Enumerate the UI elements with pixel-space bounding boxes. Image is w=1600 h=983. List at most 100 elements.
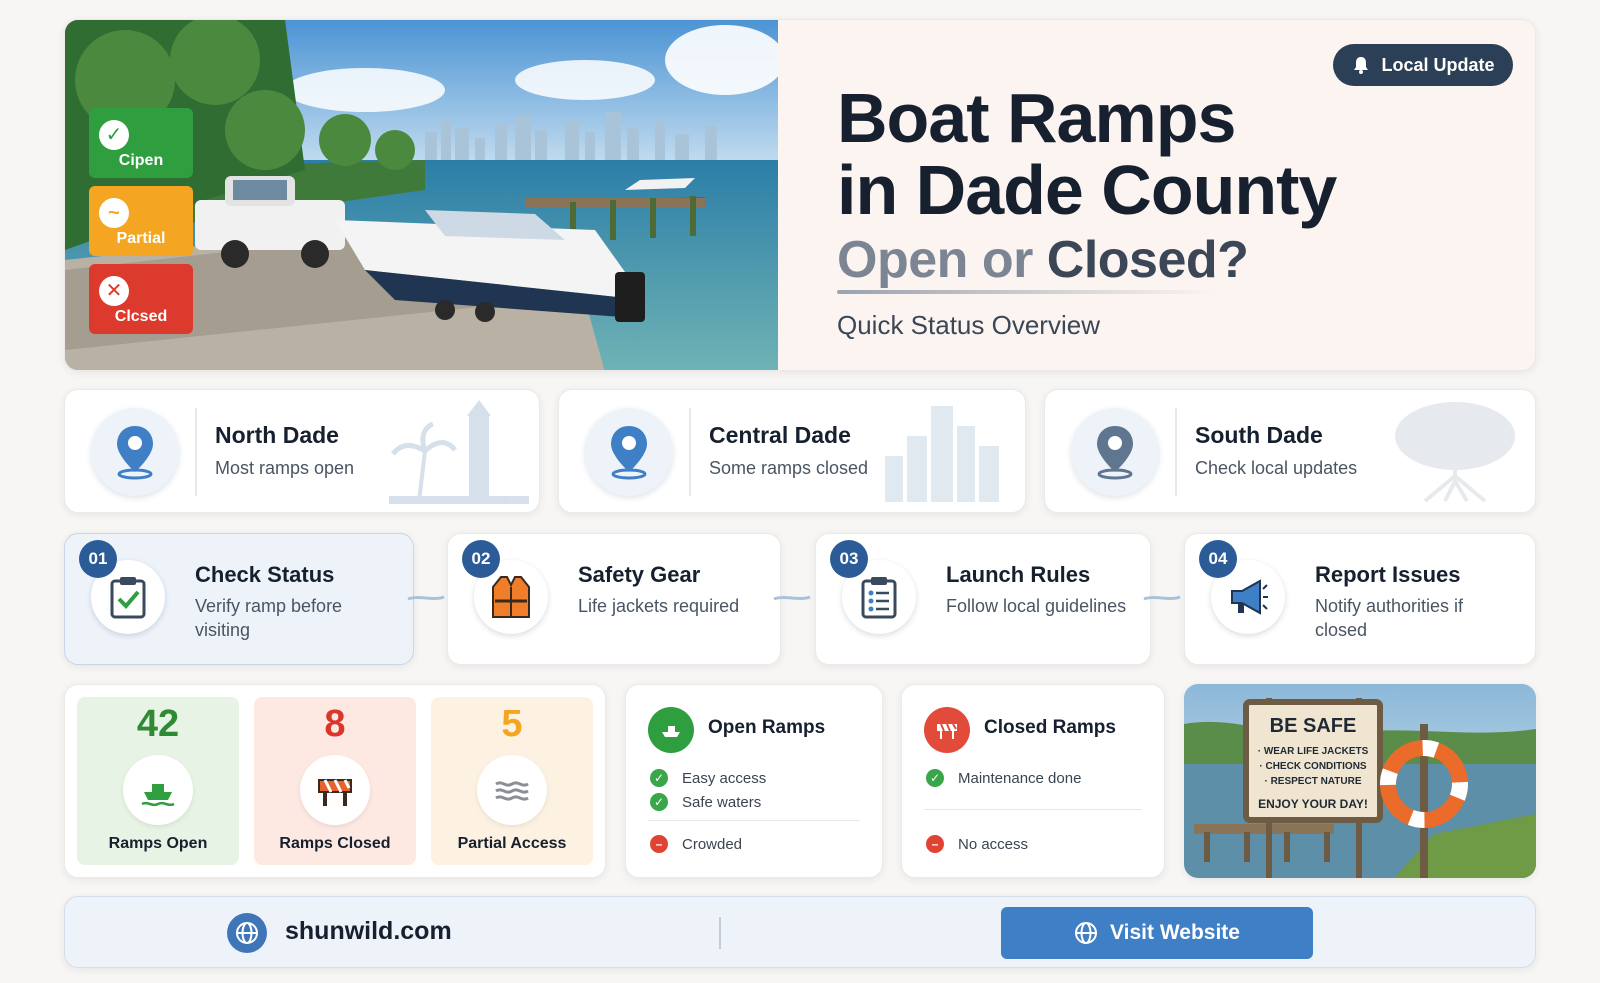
step-desc: Notify authorities if closed — [1315, 596, 1464, 640]
waves-icon — [477, 755, 547, 825]
closed-ramps-title: Closed Ramps — [984, 717, 1116, 738]
list-item: ✓ Maintenance done — [926, 769, 1081, 787]
check-icon: ✓ — [650, 793, 668, 811]
check-icon: ✓ — [650, 769, 668, 787]
page-title: Boat Ramps in Dade County — [837, 82, 1497, 226]
globe-icon — [1075, 922, 1098, 944]
x-icon: ✕ — [99, 276, 129, 306]
bell-icon — [1354, 57, 1369, 74]
sign-heading: BE SAFE — [1270, 715, 1357, 737]
title-line-1: Boat Ramps — [837, 79, 1236, 157]
barrier-icon — [924, 707, 970, 753]
boat-icon — [123, 755, 193, 825]
subtitle-part-1: Open or — [837, 231, 1047, 289]
stat-value: 42 — [136, 703, 180, 745]
subtitle-part-2: Closed? — [1046, 231, 1249, 289]
footer-divider — [719, 917, 721, 949]
footer-bar: shunwild.com Visit Website — [64, 896, 1536, 968]
globe-icon — [227, 913, 267, 953]
check-icon: ✓ — [926, 769, 944, 787]
stat-label: Ramps Closed — [279, 835, 391, 852]
step-card-launch-rules[interactable]: 03 Launch Rules Follow local guidelines — [815, 533, 1151, 665]
boat-icon — [648, 707, 694, 753]
step-card-safety-gear[interactable]: 02 Safety Gear Life jackets required — [447, 533, 781, 665]
region-divider — [689, 408, 691, 496]
step-connector — [407, 595, 445, 601]
region-divider — [195, 408, 197, 496]
minus-icon: – — [650, 835, 668, 853]
title-line-2: in Dade County — [837, 151, 1337, 229]
stat-ramps-closed: 8 Ramps Closed — [254, 697, 416, 865]
region-card-north[interactable]: North Dade Most ramps open — [64, 389, 540, 513]
step-card-check-status[interactable]: 01 Check Status Verify ramp before visit… — [64, 533, 414, 665]
sign-line: · WEAR LIFE JACKETS — [1258, 746, 1369, 757]
partial-status-chip: ~ Partial — [89, 186, 193, 256]
stat-label: Partial Access — [457, 835, 567, 852]
closed-chip-label: Clcsed — [114, 308, 168, 325]
step-desc: Verify ramp before visiting — [195, 596, 343, 640]
lighthouse-palm-illustration — [389, 400, 529, 504]
step-number-badge: 04 — [1199, 540, 1237, 578]
closed-status-chip: ✕ Clcsed — [89, 264, 193, 334]
list-item-text: Safe waters — [682, 793, 762, 811]
step-desc: Life jackets required — [578, 596, 740, 616]
stat-ramps-open: 42 Ramps Open — [77, 697, 239, 865]
map-pin-icon — [585, 408, 673, 496]
step-title: Launch Rules — [946, 562, 1091, 587]
local-update-label: Local Update — [1381, 54, 1495, 75]
ramp-stats-panel: 42 Ramps Open 8 Ramps Closed 5 Partial A… — [64, 684, 606, 878]
step-title: Safety Gear — [578, 562, 701, 587]
visit-website-button[interactable]: Visit Website — [1001, 907, 1313, 959]
stat-partial-access: 5 Partial Access — [431, 697, 593, 865]
region-desc: Check local updates — [1195, 458, 1358, 478]
open-ramps-title: Open Ramps — [708, 717, 826, 738]
sign-line: · RESPECT NATURE — [1264, 776, 1361, 787]
region-card-south[interactable]: South Dade Check local updates — [1044, 389, 1536, 513]
step-connector — [1143, 595, 1181, 601]
subtitle-underline — [837, 290, 1217, 294]
step-title: Report Issues — [1315, 562, 1461, 587]
list-item-text: Crowded — [682, 835, 743, 853]
step-desc: Follow local guidelines — [946, 596, 1127, 616]
step-connector — [773, 595, 811, 601]
step-number-badge: 01 — [79, 540, 117, 578]
sign-line: · CHECK CONDITIONS — [1259, 761, 1367, 772]
open-ramps-card: Open Ramps ✓ Easy access ✓ Safe waters – Cr… — [625, 684, 883, 878]
list-item-text: Easy access — [682, 769, 767, 787]
step-title: Check Status — [195, 562, 335, 587]
be-safe-sign-image: BE SAFE · WEAR LIFE JACKETS · CHECK COND… — [1184, 684, 1536, 878]
step-card-report-issues[interactable]: 04 Report Issues Notify authorities if c… — [1184, 533, 1536, 665]
region-card-central[interactable]: Central Dade Some ramps closed — [558, 389, 1026, 513]
site-name[interactable]: shunwild.com — [285, 917, 452, 946]
region-name: Central Dade — [709, 422, 851, 448]
list-item: ✓ Safe waters — [650, 793, 761, 811]
list-item-text: Maintenance done — [958, 769, 1082, 787]
closed-ramps-card: Closed Ramps ✓ Maintenance done – No acces… — [901, 684, 1165, 878]
list-item: – No access — [926, 835, 1028, 853]
map-pin-icon — [1071, 408, 1159, 496]
open-chip-label: Cipen — [118, 152, 164, 169]
stat-value: 5 — [501, 703, 523, 745]
city-skyline-illustration — [885, 406, 999, 502]
stat-label: Ramps Open — [108, 835, 208, 852]
region-name: North Dade — [215, 422, 339, 448]
list-item: ✓ Easy access — [650, 769, 766, 787]
list-divider — [648, 820, 860, 821]
region-name: South Dade — [1195, 422, 1323, 448]
list-divider — [924, 809, 1142, 810]
region-divider — [1175, 408, 1177, 496]
local-update-badge[interactable]: Local Update — [1333, 44, 1513, 86]
barrier-icon — [300, 755, 370, 825]
mangrove-tree-illustration — [1395, 402, 1515, 503]
region-desc: Most ramps open — [215, 458, 355, 478]
step-number-badge: 03 — [830, 540, 868, 578]
overview-label: Quick Status Overview — [837, 310, 1100, 340]
sign-illustration: BE SAFE · WEAR LIFE JACKETS · CHECK COND… — [1184, 684, 1536, 878]
wave-icon: ~ — [99, 198, 129, 228]
region-desc: Some ramps closed — [709, 458, 869, 478]
hero-banner: ✓ Cipen ~ Partial ✕ Clcsed Local Update … — [64, 19, 1536, 371]
map-pin-icon — [91, 408, 179, 496]
list-item-text: No access — [958, 835, 1029, 853]
sign-footer: ENJOY YOUR DAY! — [1258, 797, 1368, 811]
step-number-badge: 02 — [462, 540, 500, 578]
